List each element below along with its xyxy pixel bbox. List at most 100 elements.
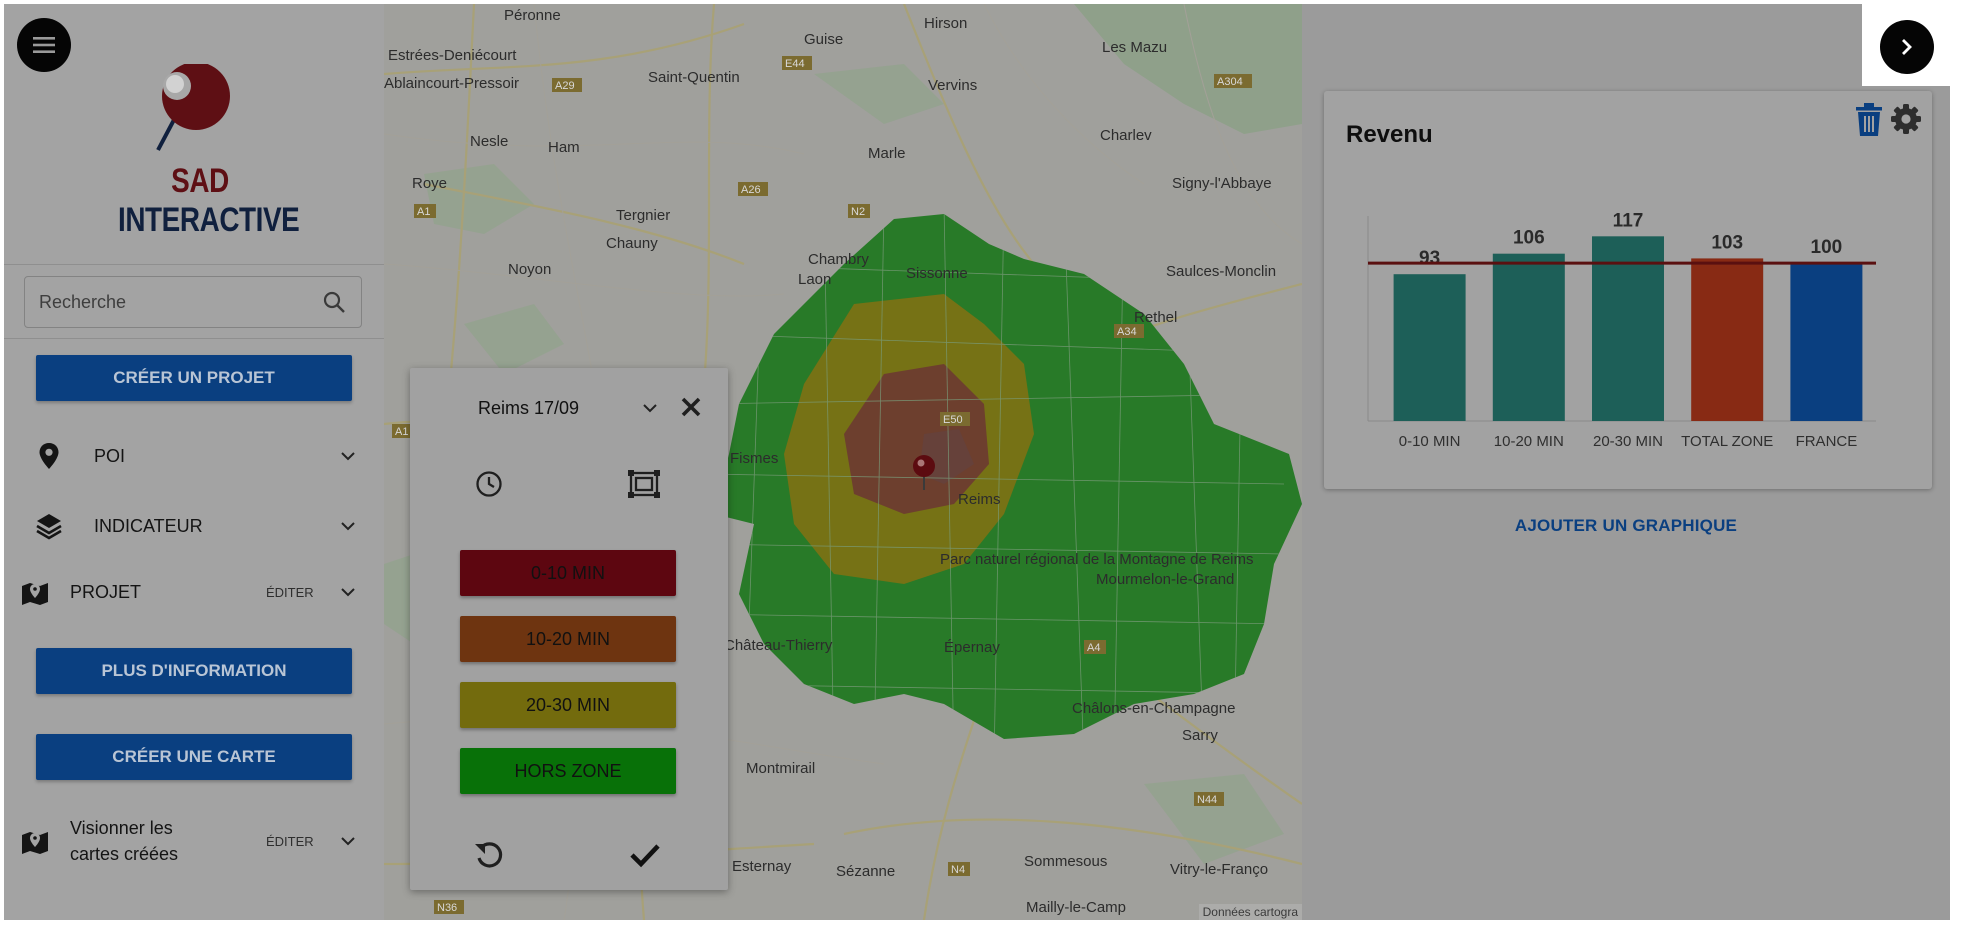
add-chart-link[interactable]: AJOUTER UN GRAPHIQUE [1302, 516, 1950, 536]
road-label: N36 [437, 902, 457, 914]
chevron-down-icon[interactable] [338, 831, 358, 851]
map-place-label: Noyon [508, 261, 551, 278]
map-place-label: Péronne [504, 7, 561, 24]
map-place-label: Châlons-en-Champagne [1072, 700, 1235, 717]
logo-pin-icon [156, 64, 230, 151]
map-place-label: Sarry [1182, 727, 1218, 744]
road-label: E50 [943, 414, 963, 426]
map-place-label: Hirson [924, 15, 967, 32]
chart-bar[interactable] [1492, 253, 1565, 421]
map-attribution: Données cartogra [1198, 904, 1302, 920]
road-label: A304 [1217, 76, 1243, 88]
edit-link[interactable]: ÉDITER [266, 834, 314, 849]
revenu-bar-chart: 93 0-10 MIN 106 10-20 MIN 117 20-30 MIN 103 TOT… [1367, 211, 1876, 450]
map-place-label: Montmirail [746, 760, 815, 777]
map-pin-icon [34, 441, 64, 471]
chart-bar[interactable] [1393, 274, 1466, 421]
zone-button-hors-zone[interactable]: HORS ZONE [460, 748, 676, 794]
undo-icon[interactable] [472, 838, 506, 872]
chart-title: Revenu [1346, 121, 1433, 148]
menu-button[interactable] [17, 18, 71, 72]
sidebar: SAD INTERACTIVE CRÉER UN PROJET POI [4, 4, 384, 920]
chart-value-label: 106 [1513, 228, 1545, 249]
chart-category-label: 20-30 MIN [1593, 433, 1663, 450]
create-project-button[interactable]: CRÉER UN PROJET [36, 355, 352, 401]
edit-link[interactable]: ÉDITER [266, 585, 314, 600]
logo-text: SAD INTERACTIVE [118, 162, 300, 240]
road-label: A4 [1087, 642, 1100, 654]
map-place-label: Sommesous [1024, 853, 1107, 870]
sidebar-item-label: Visionner les cartes créées [70, 815, 178, 867]
map-place-label: Mourmelon-le-Grand [1096, 571, 1234, 588]
check-icon[interactable] [628, 838, 662, 872]
map-marker-icon [20, 826, 50, 856]
zone-label: 20-30 MIN [525, 694, 611, 715]
zone-button-0-10[interactable]: 0-10 MIN [460, 550, 676, 596]
map-place-label: Rethel [1134, 309, 1177, 326]
gear-icon[interactable] [1890, 103, 1922, 135]
chart-category-label: 0-10 MIN [1399, 433, 1461, 450]
zone-button-20-30[interactable]: 20-30 MIN [460, 682, 676, 728]
map-place-label: Charlev [1100, 127, 1152, 144]
chart-category-label: FRANCE [1796, 433, 1858, 450]
clock-icon[interactable] [474, 469, 504, 499]
more-info-button[interactable]: PLUS D'INFORMATION [36, 648, 352, 694]
isochrone-popup: Reims 17/09 0-10 MIN 10-20 MIN 20-30 MIN… [410, 368, 728, 890]
road-label: A26 [741, 184, 761, 196]
layers-icon [34, 511, 64, 541]
logo-word-sad: SAD [171, 162, 229, 200]
chevron-down-icon[interactable] [338, 516, 358, 536]
map-place-label: Épernay [944, 639, 1000, 656]
map-place-label: Sissonne [906, 265, 968, 282]
road-label: N44 [1197, 794, 1217, 806]
label-line-1: Visionner les [70, 818, 173, 838]
map-place-label: Chauny [606, 235, 658, 252]
create-map-button[interactable]: CRÉER UNE CARTE [36, 734, 352, 780]
chevron-down-icon[interactable] [338, 582, 358, 602]
zone-label: 0-10 MIN [530, 562, 606, 583]
app-frame: SAD INTERACTIVE CRÉER UN PROJET POI [4, 4, 1950, 920]
chevron-right-icon [1902, 39, 1912, 55]
map-place-label: Sézanne [836, 863, 895, 880]
road-label: A34 [1117, 326, 1137, 338]
road-label: A29 [555, 80, 575, 92]
chart-bar[interactable] [1790, 263, 1863, 421]
zone-button-10-20[interactable]: 10-20 MIN [460, 616, 676, 662]
map-place-label: Ham [548, 139, 580, 156]
map-place-label: Les Mazu [1102, 39, 1167, 56]
chevron-down-icon[interactable] [640, 398, 660, 418]
isochrone-shape-icon[interactable] [628, 468, 660, 500]
logo: SAD INTERACTIVE [100, 64, 300, 239]
search-icon[interactable] [321, 289, 347, 315]
map-place-label: Vitry-le-Franço [1170, 861, 1268, 878]
search-input[interactable] [39, 291, 321, 313]
sidebar-item-projet[interactable]: PROJET ÉDITER [4, 564, 384, 620]
chart-card: Revenu 93 0-10 MIN 106 10-20 MIN 117 20-30 MI… [1324, 91, 1932, 489]
sidebar-item-indicateur[interactable]: INDICATEUR [4, 498, 384, 554]
sidebar-item-view-maps[interactable]: Visionner les cartes créées ÉDITER [4, 812, 384, 870]
project-selector[interactable]: Reims 17/09 [478, 398, 579, 419]
trash-icon[interactable] [1854, 103, 1884, 137]
search-box [24, 276, 362, 328]
chevron-down-icon[interactable] [338, 446, 358, 466]
map-marker-icon [20, 577, 50, 607]
map-place-label: Mailly-le-Camp [1026, 899, 1126, 916]
close-icon[interactable] [678, 394, 704, 420]
road-label: E44 [785, 58, 805, 70]
chart-value-label: 93 [1419, 248, 1440, 269]
zone-label: 10-20 MIN [525, 628, 611, 649]
map-place-label: Signy-l'Abbaye [1172, 175, 1272, 192]
chart-bar[interactable] [1691, 258, 1764, 421]
map-place-label: Tergnier [616, 207, 670, 224]
chart-category-label: TOTAL ZONE [1681, 433, 1773, 450]
map-place-label: Saulces-Monclin [1166, 263, 1276, 280]
map-place-label: Guise [804, 31, 843, 48]
zone-label: HORS ZONE [514, 760, 622, 781]
sidebar-item-label: INDICATEUR [94, 515, 203, 536]
sidebar-item-poi[interactable]: POI [4, 428, 384, 484]
map-place-label: Vervins [928, 77, 977, 94]
chart-value-label: 103 [1711, 232, 1743, 253]
next-button[interactable] [1880, 20, 1934, 74]
map-place-label: Chambry [808, 251, 869, 268]
label-line-2: cartes créées [70, 844, 179, 864]
